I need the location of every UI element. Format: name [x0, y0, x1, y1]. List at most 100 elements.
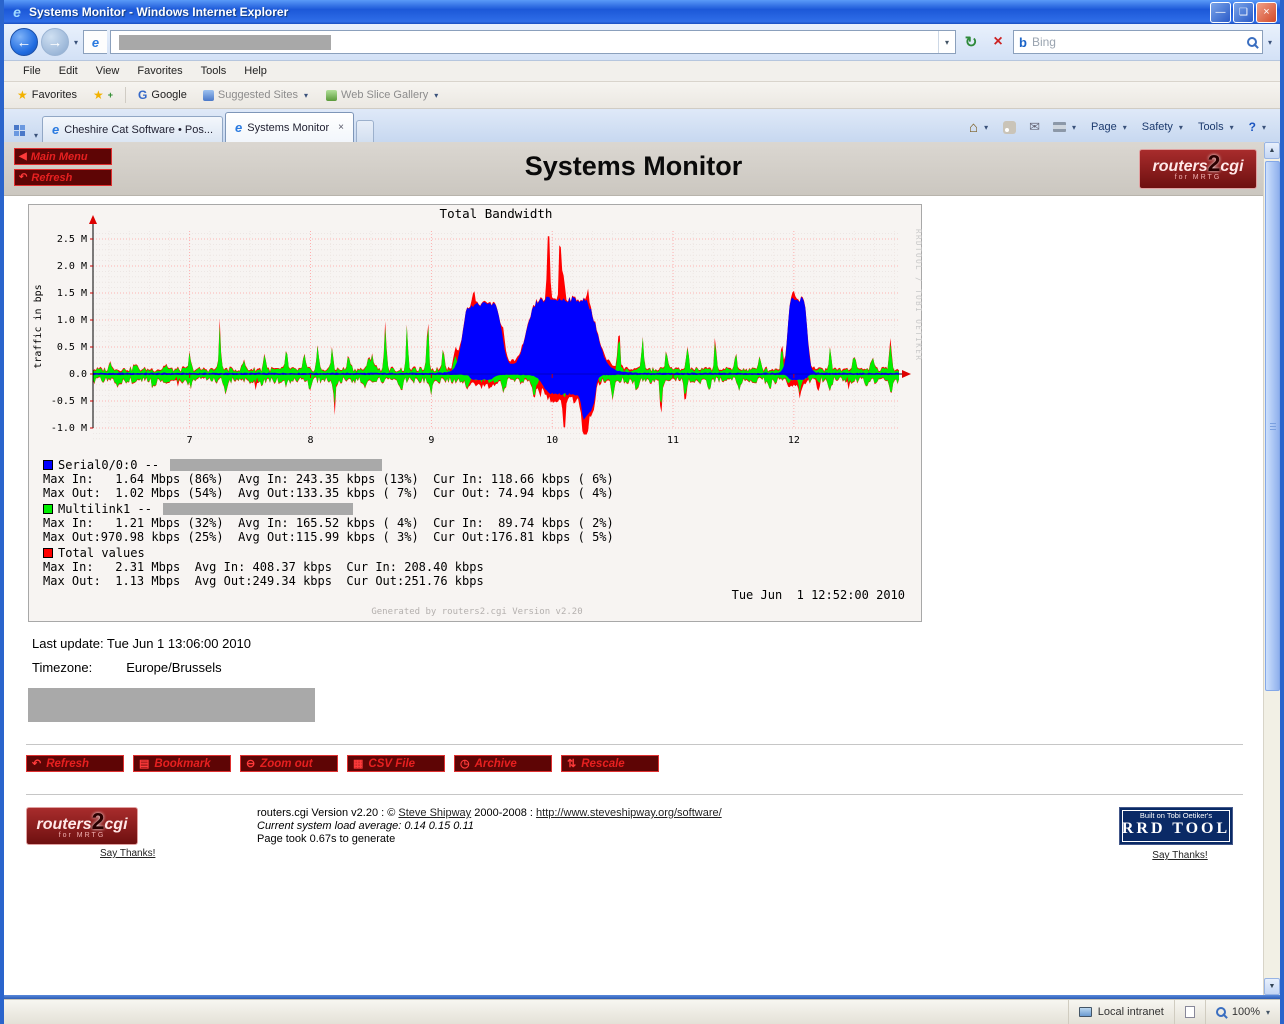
- logo-text: 2: [1208, 150, 1221, 176]
- svg-text:8: 8: [307, 435, 313, 446]
- page-footer: routers2cgi for MRTG Say Thanks! routers…: [26, 807, 1241, 863]
- home-button[interactable]: ⌂▾: [963, 115, 996, 139]
- rescale-icon: ⇅: [567, 757, 576, 770]
- quick-tabs-button[interactable]: [8, 118, 30, 142]
- address-bar[interactable]: ▾: [110, 30, 956, 54]
- history-dropdown-icon[interactable]: ▾: [72, 36, 80, 49]
- page-header: ◀ Main Menu ↶ Refresh Systems Monitor ro…: [4, 142, 1263, 196]
- archive-action-button[interactable]: ◷ Archive: [454, 755, 552, 772]
- favorites-item-google[interactable]: G Google: [131, 85, 194, 105]
- favorites-button[interactable]: ★ Favorites: [10, 85, 84, 105]
- tab-systems-monitor[interactable]: e Systems Monitor ×: [225, 112, 354, 142]
- scroll-down-icon[interactable]: ▼: [1264, 978, 1280, 995]
- status-page-icon: [1185, 1006, 1195, 1018]
- header-refresh-label: Refresh: [31, 172, 72, 184]
- svg-text:1.5 M: 1.5 M: [57, 288, 87, 299]
- restore-button[interactable]: ❑: [1233, 2, 1254, 23]
- new-tab-button[interactable]: [356, 120, 374, 142]
- zoom-out-icon: ⊖: [246, 757, 255, 770]
- timezone-value: Europe/Brussels: [126, 660, 221, 675]
- say-thanks-link[interactable]: Say Thanks!: [100, 848, 251, 859]
- redacted-select-block[interactable]: [28, 688, 315, 722]
- routers2-logo[interactable]: routers2cgi for MRTG: [1139, 149, 1257, 189]
- archive-clock-icon: ◷: [460, 757, 470, 770]
- chevron-down-icon: ▾: [1260, 121, 1268, 134]
- svg-text:-0.5 M: -0.5 M: [51, 396, 87, 407]
- tab-label: Systems Monitor: [247, 122, 329, 134]
- chevron-down-icon: ▾: [432, 89, 440, 102]
- add-favorite-button[interactable]: ★+: [86, 85, 120, 105]
- help-icon: ?: [1249, 120, 1256, 134]
- menu-view[interactable]: View: [87, 63, 129, 79]
- main-menu-button[interactable]: ◀ Main Menu: [14, 148, 112, 165]
- menu-help[interactable]: Help: [235, 63, 276, 79]
- favorites-bar: ★ Favorites ★+ G Google Suggested Sites …: [4, 82, 1280, 109]
- back-button[interactable]: ←: [10, 28, 38, 56]
- rrdtool-logo[interactable]: Built on Tobi Oetiker's RRD TOOL: [1119, 807, 1233, 845]
- software-url-link[interactable]: http://www.steveshipway.org/software/: [536, 807, 722, 819]
- page-menu-button[interactable]: Page▾: [1085, 115, 1135, 139]
- safety-menu-label: Safety: [1142, 121, 1173, 133]
- svg-text:RRDTOOL / TOBI OETIKER: RRDTOOL / TOBI OETIKER: [914, 229, 923, 361]
- address-dropdown-icon[interactable]: ▾: [938, 31, 955, 53]
- action-label: Archive: [475, 758, 517, 770]
- refresh-button[interactable]: ↻: [959, 30, 983, 54]
- steve-shipway-link[interactable]: Steve Shipway: [398, 807, 471, 819]
- bandwidth-graph-panel: 2.5 M2.0 M1.5 M1.0 M0.5 M0.0-0.5 M-1.0 M…: [28, 204, 922, 622]
- scroll-up-icon[interactable]: ▲: [1264, 142, 1280, 159]
- chevron-down-icon: ▾: [1177, 121, 1185, 134]
- logo-text: 2: [92, 808, 105, 834]
- scrollbar-thumb[interactable]: [1265, 161, 1280, 691]
- tab-list-dropdown-icon[interactable]: ▾: [32, 129, 40, 142]
- rrd-say-thanks-link[interactable]: Say Thanks!: [1152, 850, 1207, 861]
- generated-by-note: Generated by routers2.cgi Version v2.20: [43, 607, 911, 617]
- timezone-label: Timezone:: [32, 660, 92, 675]
- routers2-footer-logo[interactable]: routers2cgi for MRTG: [26, 807, 138, 845]
- chevron-down-icon: ▾: [302, 89, 310, 102]
- suggested-sites-button[interactable]: Suggested Sites ▾: [196, 86, 317, 105]
- menu-file[interactable]: File: [14, 63, 50, 79]
- search-input[interactable]: b Bing: [1013, 30, 1263, 54]
- menu-tools[interactable]: Tools: [192, 63, 236, 79]
- printer-icon: [1053, 122, 1066, 132]
- zoom-icon: [1216, 1007, 1226, 1017]
- stop-button[interactable]: ×: [986, 30, 1010, 54]
- navigation-bar: ← → ▾ e ▾ ↻ × b Bing ▾: [4, 24, 1280, 61]
- rescale-action-button[interactable]: ⇅Rescale: [561, 755, 659, 772]
- chevron-down-icon: ▾: [1228, 121, 1236, 134]
- svg-text:0.0: 0.0: [69, 369, 87, 380]
- title-bar: e Systems Monitor - Windows Internet Exp…: [4, 0, 1280, 24]
- bookmark-action-button[interactable]: ▤Bookmark: [133, 755, 231, 772]
- header-refresh-button[interactable]: ↶ Refresh: [14, 169, 112, 186]
- status-extra-section[interactable]: [1174, 1000, 1205, 1024]
- safety-menu-button[interactable]: Safety ▾: [1136, 115, 1191, 139]
- legend-stats-row: Max In: 1.64 Mbps (86%) Avg In: 243.35 k…: [43, 472, 911, 486]
- tab-close-icon[interactable]: ×: [338, 122, 344, 133]
- tools-menu-button[interactable]: Tools▾: [1192, 115, 1242, 139]
- logo-text: cgi: [1220, 158, 1243, 175]
- ie-page-icon: e: [52, 122, 59, 137]
- close-button[interactable]: ×: [1256, 2, 1277, 23]
- legend-name-total: Total values: [58, 546, 145, 560]
- menu-edit[interactable]: Edit: [50, 63, 87, 79]
- zoom-out-action-button[interactable]: ⊖Zoom out: [240, 755, 338, 772]
- minimize-button[interactable]: —: [1210, 2, 1231, 23]
- refresh-action-button[interactable]: ↶Refresh: [26, 755, 124, 772]
- web-slice-gallery-button[interactable]: Web Slice Gallery ▾: [319, 86, 447, 105]
- ie-page-icon: e: [235, 120, 242, 135]
- menu-favorites[interactable]: Favorites: [128, 63, 191, 79]
- forward-button[interactable]: →: [41, 28, 69, 56]
- read-mail-button[interactable]: ✉: [1023, 115, 1046, 139]
- separator-line: [26, 744, 1243, 745]
- print-button[interactable]: ▾: [1047, 115, 1084, 139]
- address-favicon: e: [83, 30, 107, 54]
- zoom-control[interactable]: 100% ▾: [1205, 1000, 1280, 1024]
- csv-file-action-button[interactable]: ▦CSV File: [347, 755, 445, 772]
- svg-text:10: 10: [546, 435, 558, 446]
- search-options-dropdown-icon[interactable]: ▾: [1266, 36, 1274, 49]
- vertical-scrollbar[interactable]: ▲ ▼: [1263, 142, 1280, 995]
- help-menu-button[interactable]: ?▾: [1243, 115, 1274, 139]
- tab-cheshire-cat[interactable]: e Cheshire Cat Software • Pos...: [42, 116, 223, 142]
- search-icon[interactable]: [1247, 37, 1257, 47]
- feeds-button[interactable]: [997, 115, 1022, 139]
